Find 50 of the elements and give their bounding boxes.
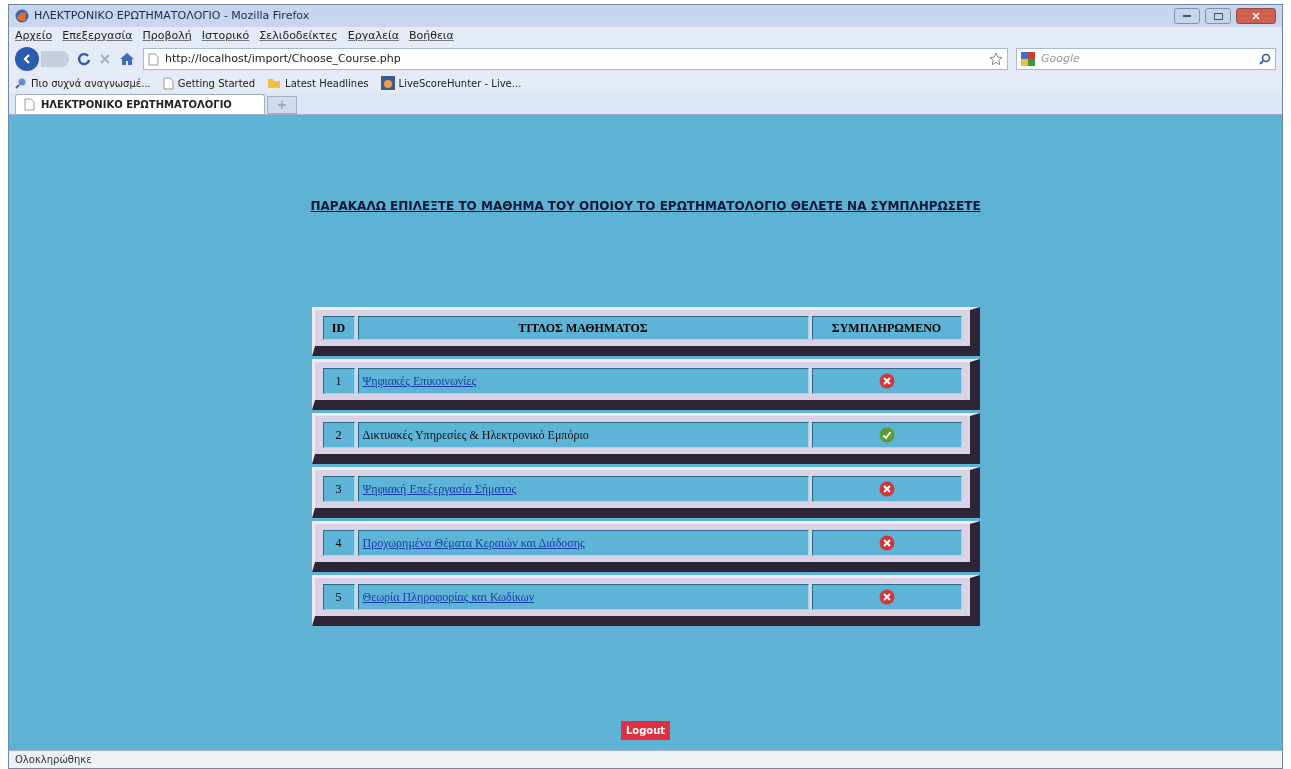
menu-item[interactable]: Σελιδοδείκτες [259,27,338,45]
maximize-button[interactable] [1205,8,1231,24]
menu-item[interactable]: Προβολή [142,27,192,45]
search-input[interactable]: Google [1041,50,1253,68]
column-header: ΤΙΤΛΟΣ ΜΑΘΗΜΑΤΟΣ [357,316,809,340]
bookmark-link[interactable]: Πιο συχνά αναγνωσμέ... [31,75,151,91]
page-icon [148,52,159,66]
menu-item[interactable]: Εργαλεία [347,27,399,45]
search-field[interactable]: Google [1016,48,1276,70]
site-icon [380,76,395,90]
star-icon[interactable] [989,52,1003,66]
table-cell: 2 [322,422,355,448]
menu-item[interactable]: Βοήθεια [408,27,454,45]
course-link[interactable]: Θεωρία Πληροφορίας και Κωδίκων [362,588,535,606]
menu-item[interactable]: Ιστορικό [201,27,250,45]
window-title: ΗΛΕΚΤΡΟΝΙΚΟ ΕΡΩΤΗΜΑΤΟΛΟΓΙΟ - Mozilla Firefox [34,7,310,24]
search-engine-icon [1021,52,1035,66]
page-heading: ΠΑΡΑΚΑΛΩ ΕΠΙΛΕΞΤΕ ΤΟ ΜΑΘΗΜΑ ΤΟΥ ΟΠΟΙΟΥ ΤΟ ΕΡΩΤΗΜΑΤΟΛΟΓΙΟ ΘΕΛΕΤΕ ΝΑ ΣΥΜΠΛΗΡΩΣΕΤΕ [310,198,981,215]
reload-icon[interactable] [77,52,91,66]
home-icon[interactable] [119,52,135,66]
address-field[interactable]: http://localhost/import/Choose_Course.php [143,48,1008,70]
menu-item[interactable]: Αρχείο [15,27,53,45]
bookmark-link[interactable]: Getting Started [177,75,256,91]
table-cell: 1 [322,368,355,394]
page-icon [162,76,174,90]
search-icon[interactable] [1259,53,1271,65]
course-link[interactable]: Ψηφιακές Επικοινωνίες [362,372,477,390]
search-icon [15,77,27,89]
table-cell: 4 [322,530,355,556]
course-link[interactable]: Προχωρημένα Θέματα Κεραιών και Διάδοσης [362,534,585,552]
column-header: ID [322,316,355,340]
table-cell: 5 [322,584,355,610]
plus-icon [278,101,286,109]
browser-logo-icon [15,9,29,23]
menu-item[interactable]: Επεξεργασία [62,27,133,45]
table-cell: 3 [322,476,355,502]
table-cell: Δικτυακές Υπηρεσίες & Ηλεκτρονικό Εμπόριο [357,422,809,448]
page-icon [24,98,35,111]
folder-icon [267,77,282,89]
column-header: ΣΥΜΠΛΗΡΩΜΕΝΟ [811,316,962,340]
close-icon [1252,12,1260,20]
bookmark-link[interactable]: LiveScoreHunter - Live... [398,75,522,91]
logout-button[interactable]: Logout [620,721,671,740]
browser-tab[interactable]: ΗΛΕΚΤΡΟΝΙΚΟ ΕΡΩΤΗΜΑΤΟΛΟΓΙΟ [15,94,265,114]
course-link[interactable]: Ψηφιακή Επεξεργασία Σήματος [362,480,517,498]
bookmark-link[interactable]: Latest Headlines [285,75,369,91]
minimize-button[interactable] [1174,8,1200,24]
status-text: Ολοκληρώθηκε [15,753,92,767]
close-button[interactable] [1236,8,1276,24]
back-button[interactable] [15,47,39,71]
